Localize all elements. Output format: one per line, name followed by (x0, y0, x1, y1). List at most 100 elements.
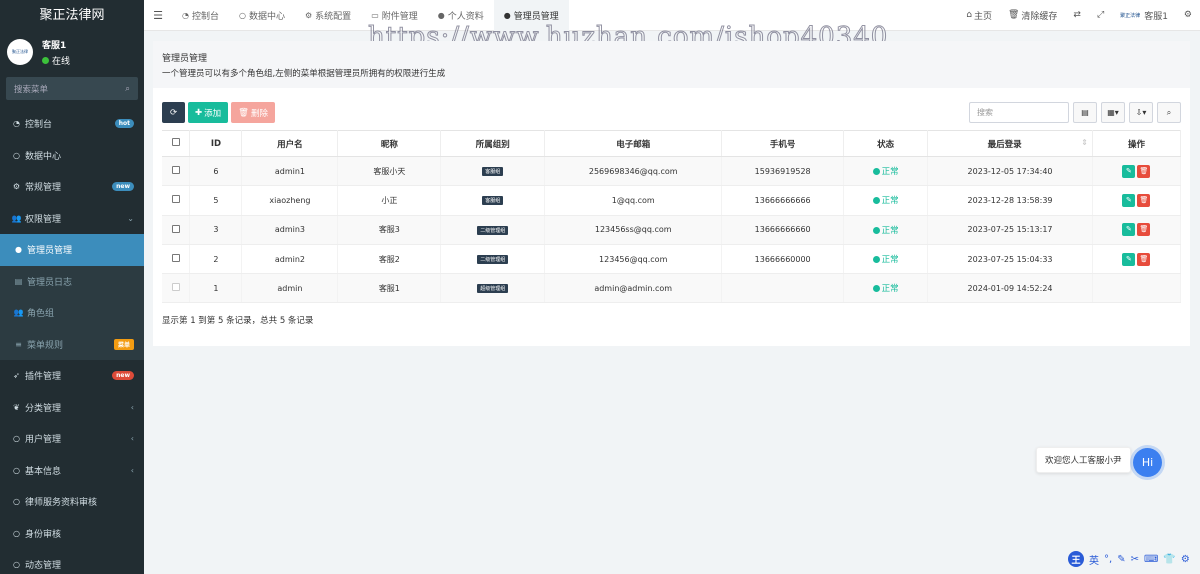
edit-icon[interactable]: ✎ (1122, 252, 1136, 266)
cell-status: 正常 (843, 273, 929, 304)
column-header: 所属组别 (440, 130, 546, 157)
tab-5[interactable]: ● 管理员管理 (493, 0, 569, 31)
menu-toggle-icon[interactable]: ☰ (144, 9, 172, 22)
menu-search-input[interactable]: 搜索菜单 ⌕ (6, 77, 138, 100)
sidebar-item-7[interactable]: ≡ 菜单规则 菜单 (0, 328, 144, 360)
home-link[interactable]: ⌂ 主页 (958, 9, 1000, 22)
actions-cell (1092, 273, 1182, 304)
edit-icon[interactable]: ✎ (1122, 223, 1136, 237)
pen-icon[interactable]: ✎ (1117, 554, 1125, 565)
menu-search-placeholder: 搜索菜单 (14, 84, 49, 95)
tools-icon[interactable]: ✂ (1131, 554, 1139, 565)
table-row[interactable]: 2 admin2 客服2 二级管理组 123456@qq.com 13666660000 正… (162, 244, 1182, 275)
sidebar-item-label: 管理员管理 (27, 246, 73, 257)
columns-button[interactable]: ▦▾ (1101, 102, 1125, 123)
row-checkbox[interactable] (171, 195, 180, 204)
topbar: ☰ ◔ 控制台 ○ 数据中心 ⚙ 系统配置 ▭ 附件管理 ● 个人资料 ● 管理员管理 ⌂ 主页 🗑 清除… (144, 0, 1200, 31)
sort-icon[interactable]: ⇕ (1081, 138, 1088, 147)
fullscreen-icon[interactable]: ⤢ (1089, 10, 1112, 20)
row-checkbox[interactable] (171, 254, 180, 263)
delete-icon[interactable]: 🗑 (1137, 223, 1151, 237)
translate-icon[interactable]: ⇄ (1065, 10, 1089, 20)
sidebar-item-5[interactable]: ▤ 管理员日志 (0, 265, 144, 297)
edit-icon[interactable]: ✎ (1122, 164, 1136, 178)
row-checkbox[interactable] (171, 166, 180, 175)
column-header: 电子邮箱 (544, 130, 723, 157)
trash-icon: 🗑 (1007, 10, 1020, 20)
toggle-view-button[interactable]: ▤ (1073, 102, 1097, 123)
status-badge: 正常 (872, 196, 899, 206)
sidebar-item-1[interactable]: ○ 数据中心 (0, 140, 144, 172)
row-checkbox[interactable] (171, 224, 180, 233)
file-icon: ▭ (371, 10, 379, 20)
sidebar-item-0[interactable]: ◔ 控制台 hot (0, 108, 144, 140)
tab-4[interactable]: ● 个人资料 (428, 0, 494, 31)
sidebar-item-14[interactable]: ○ 动态管理 (0, 549, 144, 574)
cell-email: admin@admin.com (544, 273, 723, 304)
select-all-cell (162, 130, 191, 157)
sidebar-item-8[interactable]: ➶ 插件管理 new (0, 360, 144, 392)
tab-label: 系统配置 (315, 11, 352, 22)
gear-icon[interactable]: ⚙ (1181, 554, 1190, 565)
chat-bubble[interactable]: 欢迎您人工客服小尹 (1036, 447, 1131, 473)
table-row[interactable]: 5 xiaozheng 小正 客服组 1@qq.com 13666666666 正常 2023… (162, 185, 1182, 216)
tab-0[interactable]: ◔ 控制台 (172, 0, 229, 31)
table-toolbar: ⟳ ✚ 添加 🗑 删除 (162, 102, 275, 123)
delete-icon[interactable]: 🗑 (1137, 164, 1151, 178)
ime-mode[interactable]: 英 (1089, 552, 1099, 567)
tab-1[interactable]: ○ 数据中心 (229, 0, 295, 31)
select-all-checkbox[interactable] (171, 138, 180, 146)
export-button[interactable]: ⇩▾ (1129, 102, 1153, 123)
delete-button[interactable]: 🗑 删除 (231, 102, 275, 123)
tab-2[interactable]: ⚙ 系统配置 (295, 0, 361, 31)
admin-table: ID 用户名 昵称 所属组别 电子邮箱 手机号 状态 最后登录 ⇕ 操作 6 admin1 客服小天客… (162, 130, 1182, 304)
sidebar-item-2[interactable]: ⚙ 常规管理 new (0, 171, 144, 203)
sidebar-item-9[interactable]: ❦ 分类管理 ‹ (0, 392, 144, 424)
sidebar-item-11[interactable]: ○ 基本信息 ‹ (0, 455, 144, 487)
table-row[interactable]: 3 admin3 客服3 二级管理组 123456ss@qq.com 1366666666… (162, 215, 1182, 245)
brand-title[interactable]: 聚正法律网 (0, 0, 144, 31)
sidebar-badge: hot (114, 119, 134, 129)
chat-button[interactable]: Hi (1133, 448, 1162, 477)
group-badge: 客服组 (482, 196, 504, 206)
sidebar-item-10[interactable]: ○ 用户管理 ‹ (0, 423, 144, 455)
keyboard-icon[interactable]: ⌨ (1144, 554, 1158, 565)
delete-icon[interactable]: 🗑 (1137, 193, 1151, 207)
user-panel: 聚正法律 客服1 在线 (0, 31, 144, 73)
status-badge: 正常 (872, 226, 899, 236)
delete-icon[interactable]: 🗑 (1137, 252, 1151, 266)
chevron-icon: ‹ (130, 402, 134, 412)
punctuation-icon[interactable]: °, (1104, 554, 1112, 565)
column-header: ID (189, 130, 243, 157)
skin-icon[interactable]: 👕 (1163, 554, 1175, 565)
add-button[interactable]: ✚ 添加 (188, 102, 229, 123)
sidebar-item-6[interactable]: 👥 角色组 (0, 297, 144, 329)
refresh-button[interactable]: ⟳ (162, 102, 185, 123)
row-select-cell (162, 215, 191, 245)
tab-3[interactable]: ▭ 附件管理 (361, 0, 428, 31)
ime-logo-icon[interactable]: 王 (1068, 551, 1084, 567)
sidebar-item-3[interactable]: 👥 权限管理 ⌄ (0, 203, 144, 235)
cell-username: admin1 (241, 156, 339, 187)
nav-tabs: ◔ 控制台 ○ 数据中心 ⚙ 系统配置 ▭ 附件管理 ● 个人资料 ● 管理员管理 (172, 0, 569, 31)
sidebar-item-13[interactable]: ○ 身份审核 (0, 518, 144, 550)
column-header[interactable]: 最后登录 ⇕ (927, 130, 1093, 157)
clear-cache-button[interactable]: 🗑 清除缓存 (1000, 9, 1065, 22)
settings-gear-icon[interactable]: ⚙ (1176, 10, 1200, 20)
edit-icon[interactable]: ✎ (1122, 193, 1136, 207)
search-icon[interactable]: ⌕ (125, 84, 130, 94)
status-badge: 正常 (872, 284, 899, 294)
user-menu[interactable]: 聚正法律 客服1 (1112, 9, 1176, 22)
cell-mobile: 13666666666 (721, 185, 845, 216)
sidebar-item-12[interactable]: ○ 律师服务资料审核 (0, 486, 144, 518)
table-row[interactable]: 1 admin 客服1 超级管理组 admin@admin.com 正常 2024-01-0… (162, 273, 1182, 304)
advanced-search-button[interactable]: ⌕ (1157, 102, 1181, 123)
cogs-icon: ⚙ (12, 182, 21, 192)
column-header: 状态 (843, 130, 929, 157)
row-checkbox (171, 283, 180, 292)
table-row[interactable]: 6 admin1 客服小天 客服组 2569698346@qq.com 159369195… (162, 156, 1182, 187)
trash-icon: 🗑 (238, 107, 249, 118)
table-search-input[interactable]: 搜索 (969, 102, 1069, 123)
sidebar-item-4[interactable]: ● 管理员管理 (0, 234, 144, 266)
row-select-cell (162, 244, 191, 275)
